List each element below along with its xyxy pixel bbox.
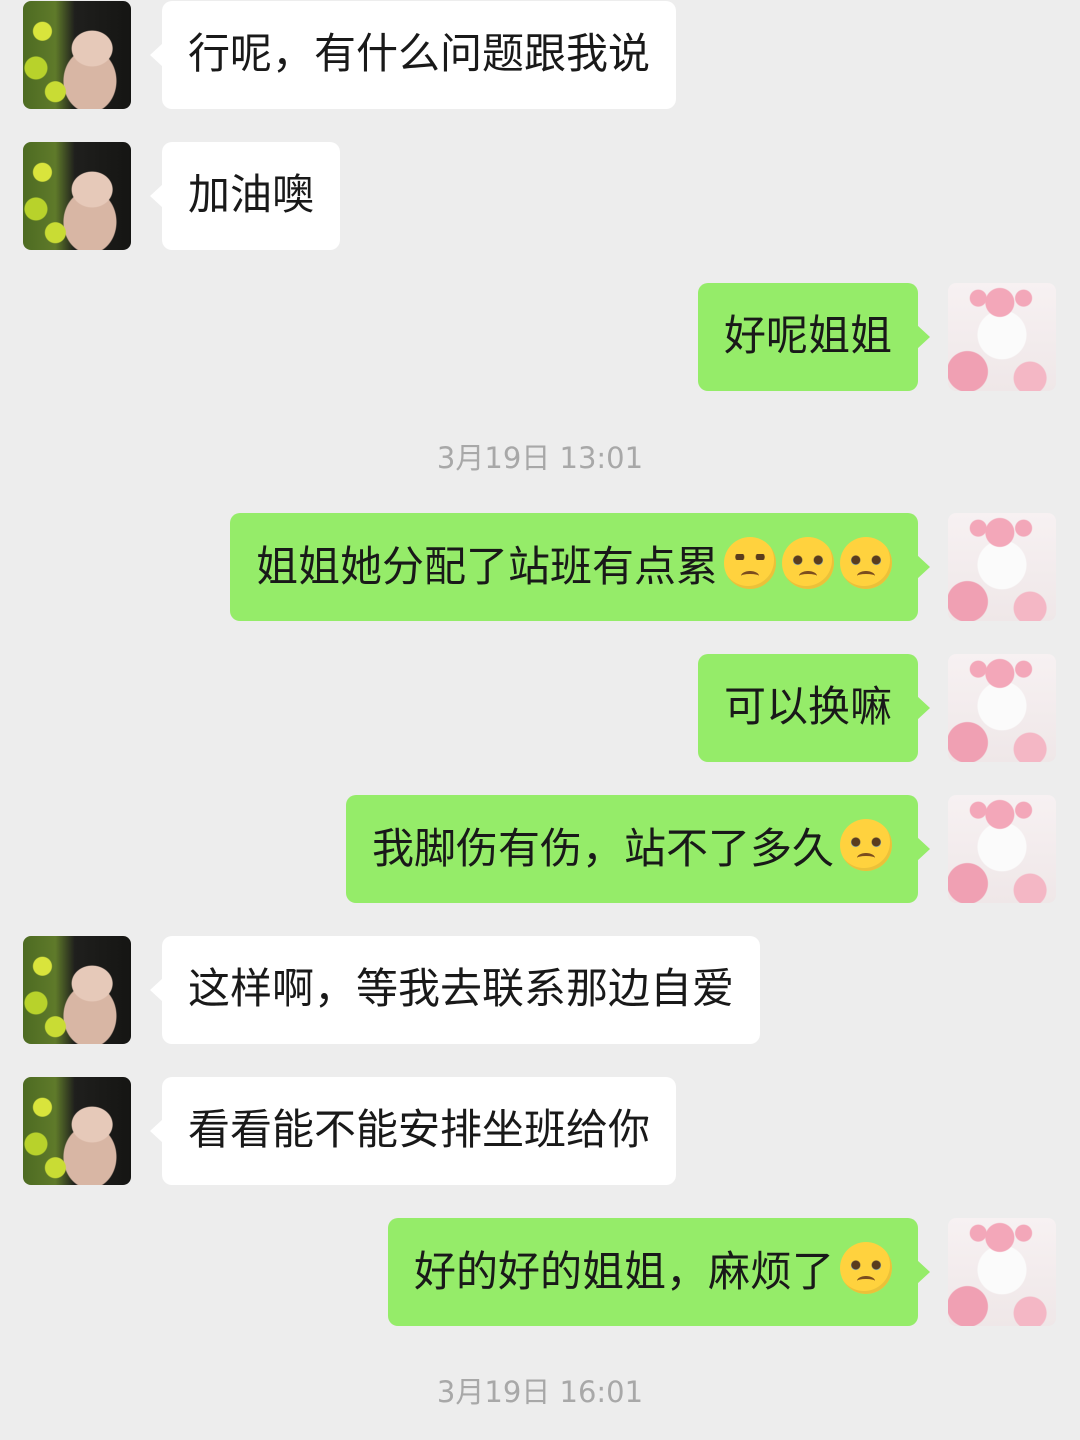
crying-face-emoji	[840, 537, 892, 589]
message-text: 这样啊，等我去联系那边自爱	[188, 964, 735, 1013]
message-text: 看看能不能安排坐班给你	[188, 1105, 651, 1154]
sent-message-bubble[interactable]: 好呢姐姐	[697, 283, 931, 391]
contact-avatar[interactable]	[23, 936, 131, 1044]
timestamp: 3月19日 13:01	[436, 441, 644, 475]
user-avatar[interactable]	[948, 795, 1056, 903]
received-message-bubble[interactable]: 行呢，有什么问题跟我说	[149, 1, 677, 109]
message-text: 好的好的姐姐，麻烦了	[413, 1247, 834, 1296]
message-text: 姐姐她分配了站班有点累	[255, 542, 718, 591]
received-message-bubble[interactable]: 这样啊，等我去联系那边自爱	[149, 936, 761, 1044]
sent-message-bubble[interactable]: 我脚伤有伤，站不了多久	[345, 795, 931, 903]
received-message-bubble[interactable]: 看看能不能安排坐班给你	[149, 1077, 677, 1185]
contact-avatar[interactable]	[23, 142, 131, 250]
crying-face-emoji	[840, 819, 892, 871]
user-avatar[interactable]	[948, 283, 1056, 391]
sent-message-bubble[interactable]: 好的好的姐姐，麻烦了	[387, 1218, 931, 1326]
pleading-face-emoji	[724, 537, 776, 589]
message-text: 好呢姐姐	[723, 311, 892, 360]
timestamp: 3月19日 16:01	[436, 1375, 644, 1409]
user-avatar[interactable]	[948, 513, 1056, 621]
user-avatar[interactable]	[948, 654, 1056, 762]
message-text: 行呢，有什么问题跟我说	[188, 29, 651, 78]
contact-avatar[interactable]	[23, 1, 131, 109]
message-text: 加油噢	[188, 170, 315, 219]
user-avatar[interactable]	[948, 1218, 1056, 1326]
crying-face-emoji	[782, 537, 834, 589]
message-text: 可以换嘛	[723, 682, 892, 731]
sent-message-bubble[interactable]: 姐姐她分配了站班有点累	[229, 513, 931, 621]
sent-message-bubble[interactable]: 可以换嘛	[697, 654, 931, 762]
received-message-bubble[interactable]: 加油噢	[149, 142, 341, 250]
crying-face-emoji	[840, 1242, 892, 1294]
message-text: 我脚伤有伤，站不了多久	[371, 824, 834, 873]
contact-avatar[interactable]	[23, 1077, 131, 1185]
